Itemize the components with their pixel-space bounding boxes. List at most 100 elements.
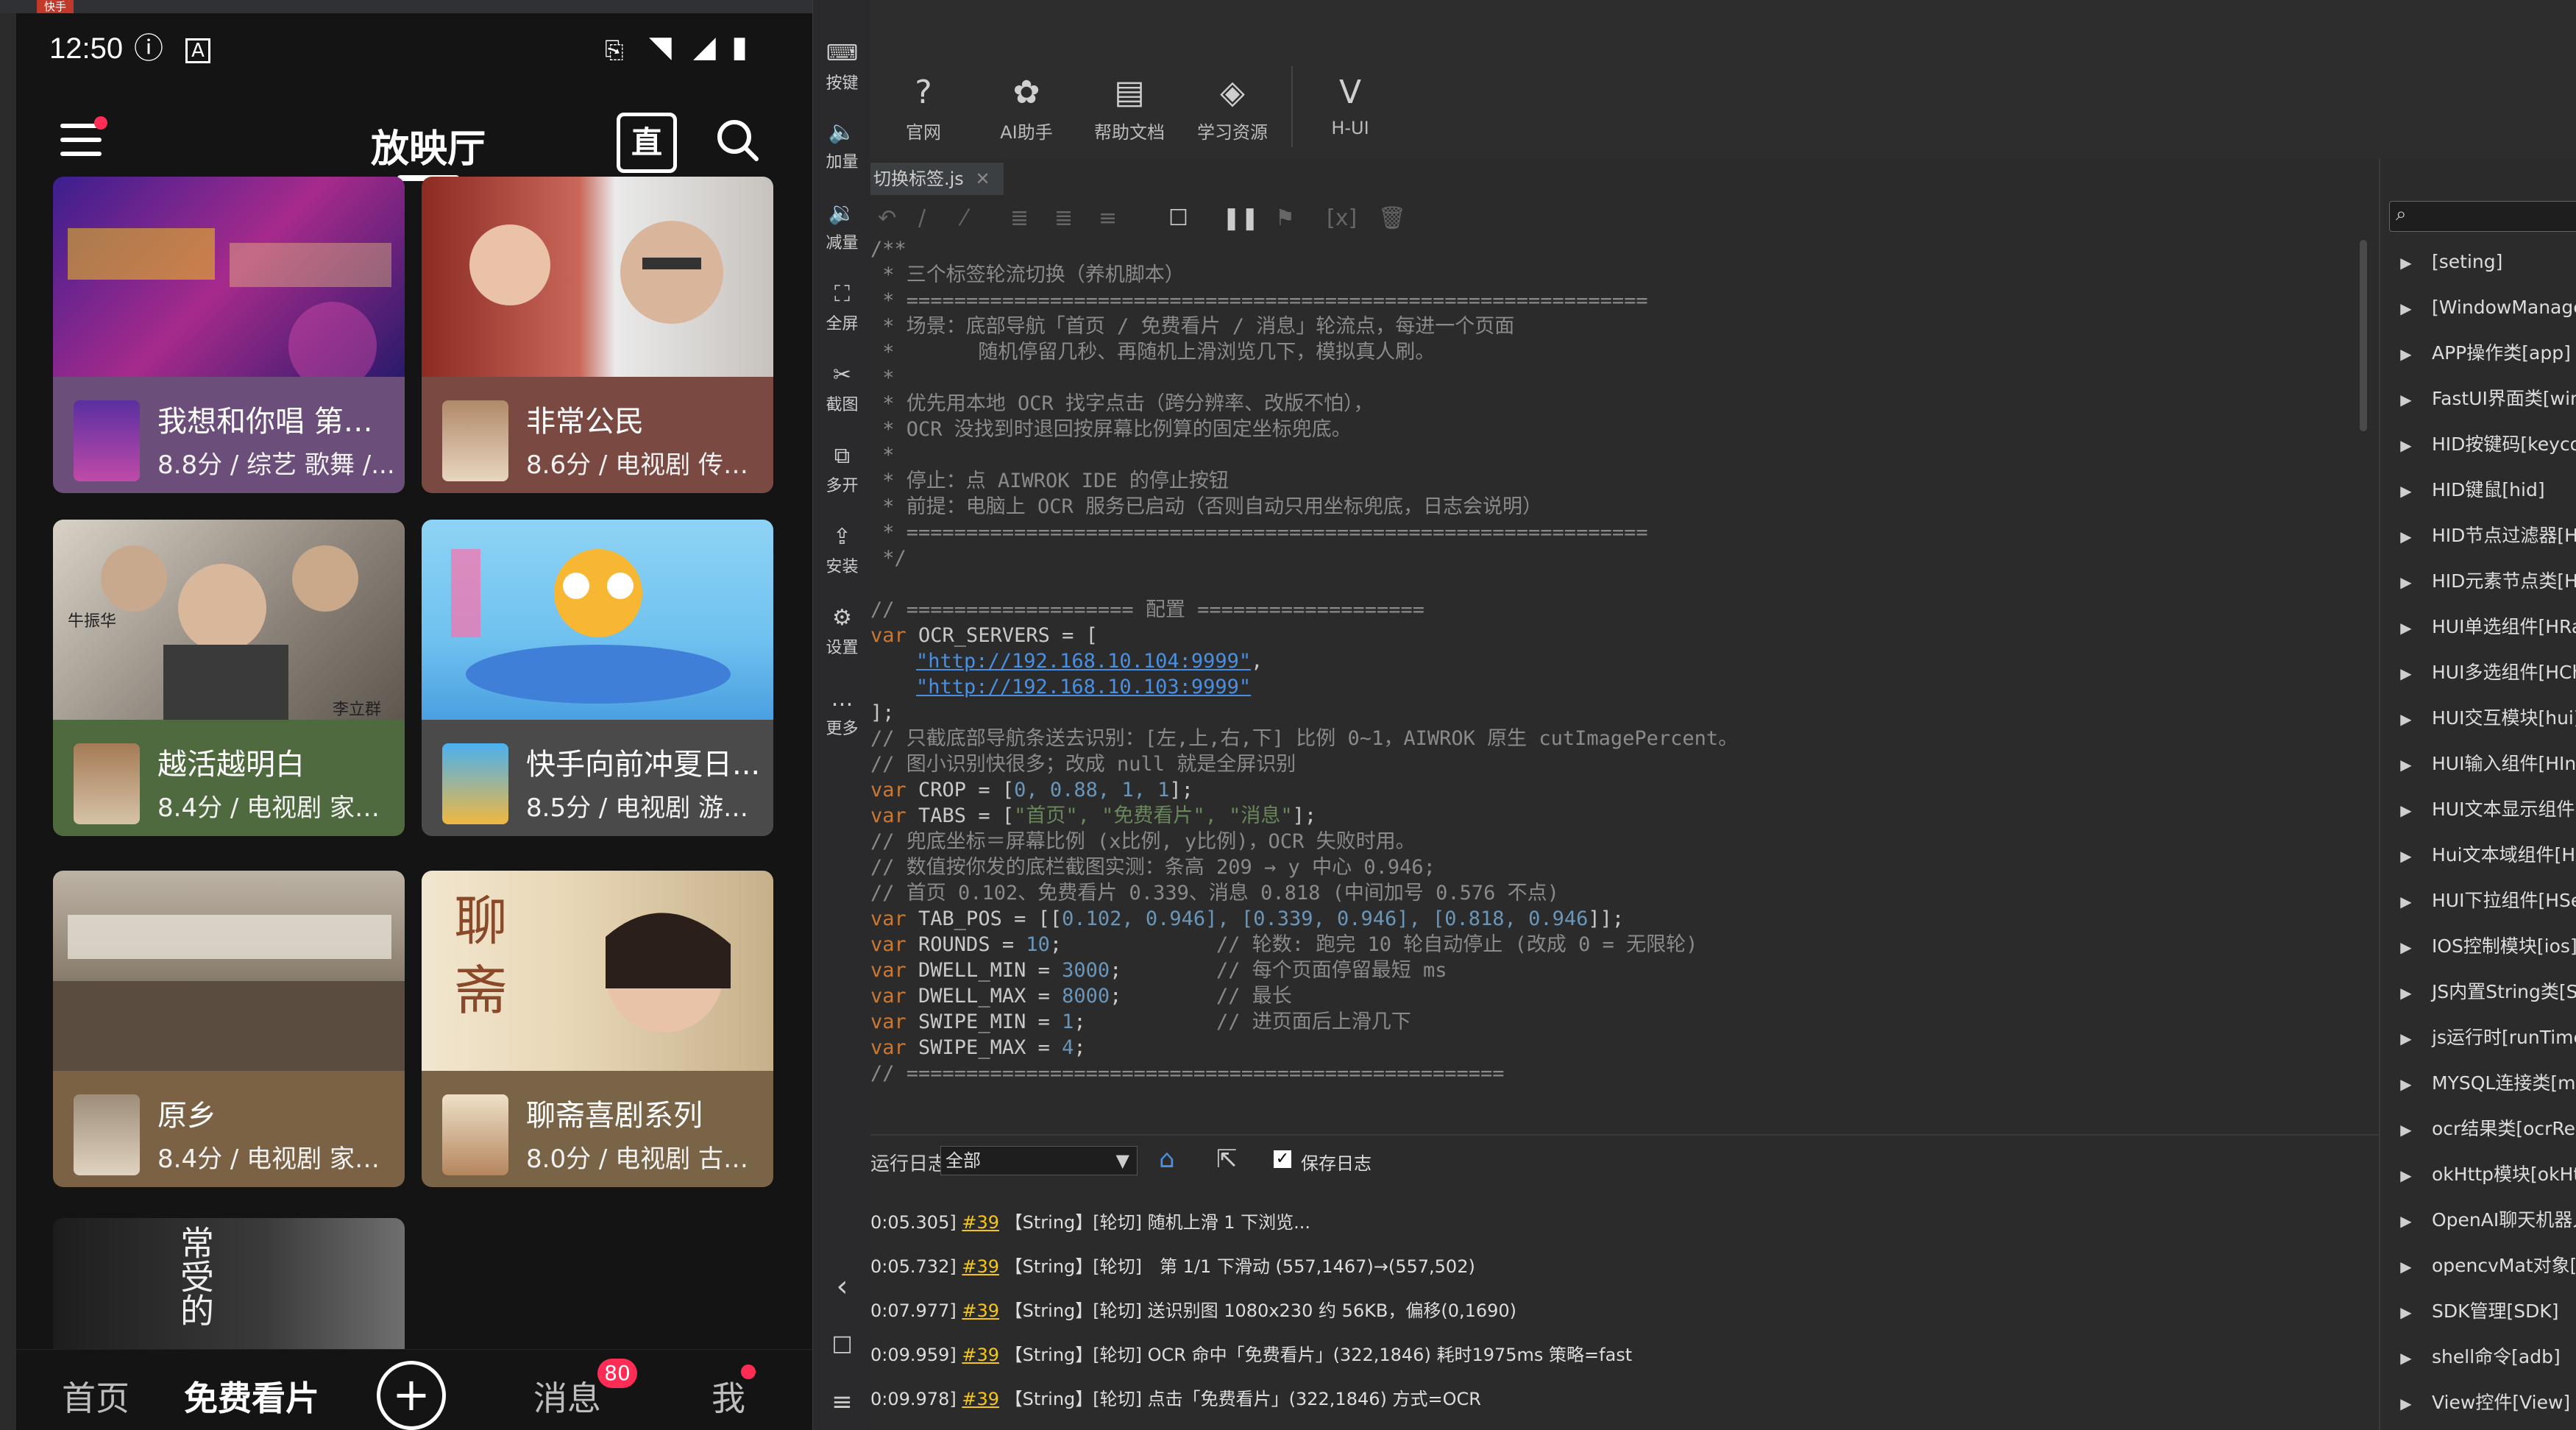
tree-item[interactable]: ▶ HUI输入组件[HIn: [2380, 741, 2576, 787]
tree-item[interactable]: ▶ HUI多选组件[HCh: [2380, 650, 2576, 695]
debug-icon[interactable]: ⚑: [1275, 205, 1295, 231]
log-line-link[interactable]: #39: [962, 1345, 999, 1365]
tree-item[interactable]: ▶ HUI交互模块[hui]: [2380, 695, 2576, 741]
expand-arrow-icon[interactable]: ▶: [2380, 1289, 2432, 1334]
tree-item[interactable]: ▶ HID元素节点类[H: [2380, 559, 2576, 604]
page-title[interactable]: 放映厅: [325, 118, 531, 181]
expand-arrow-icon[interactable]: ▶: [2380, 1244, 2432, 1289]
recents-button[interactable]: ≡: [813, 1387, 871, 1417]
tree-item[interactable]: ▶ OpenAI聊天机器人: [2380, 1197, 2576, 1243]
api-search-input[interactable]: ⌕: [2389, 201, 2576, 232]
expand-arrow-icon[interactable]: ▶: [2380, 1153, 2432, 1197]
live-button[interactable]: 直播: [617, 113, 677, 213]
log-line-link[interactable]: #39: [962, 1389, 999, 1409]
expand-arrow-icon[interactable]: ▶: [2380, 970, 2432, 1015]
expand-arrow-icon[interactable]: ▶: [2380, 787, 2432, 832]
log-line-link[interactable]: #39: [962, 1212, 999, 1233]
website-button[interactable]: ? 官网: [879, 72, 968, 144]
expand-arrow-icon[interactable]: ▶: [2380, 240, 2432, 285]
nav-messages[interactable]: 消息: [533, 1372, 601, 1420]
tree-item[interactable]: ▶ View控件[View]: [2380, 1380, 2576, 1426]
learning-resources-button[interactable]: ◈ 学习资源: [1188, 72, 1277, 144]
tree-item[interactable]: ▶ SDK管理[SDK]: [2380, 1289, 2576, 1334]
export-icon[interactable]: ⇱: [1216, 1144, 1238, 1174]
screenshot-button[interactable]: ✂ 截图: [813, 362, 871, 415]
keys-button[interactable]: ⌨ 按键: [813, 40, 871, 93]
expand-arrow-icon[interactable]: ▶: [2380, 879, 2432, 924]
log-panel[interactable]: 0:05.305] #39 【String】[轮切] 随机上滑 1 下浏览...…: [870, 1186, 2379, 1430]
expand-arrow-icon[interactable]: ▶: [2380, 1198, 2432, 1243]
undo-icon[interactable]: ↶: [878, 205, 896, 231]
help-docs-button[interactable]: ▤ 帮助文档: [1085, 72, 1174, 144]
tree-item[interactable]: ▶ shell命令[adb]: [2380, 1334, 2576, 1380]
tree-item[interactable]: ▶ FastUI界面类[win]: [2380, 376, 2576, 422]
expand-arrow-icon[interactable]: ▶: [2380, 559, 2432, 604]
movie-card[interactable]: 牛振华 李立群 越活越明白 8.4分 / 电视剧 家庭...: [53, 520, 405, 836]
expand-arrow-icon[interactable]: ▶: [2380, 286, 2432, 330]
file-tab[interactable]: 切换标签.js ✕: [870, 163, 1004, 195]
expand-arrow-icon[interactable]: ▶: [2380, 331, 2432, 376]
expand-arrow-icon[interactable]: ▶: [2380, 1335, 2432, 1380]
uncomment-icon[interactable]: ⁄: [962, 205, 966, 231]
expand-arrow-icon[interactable]: ▶: [2380, 377, 2432, 422]
expand-arrow-icon[interactable]: ▶: [2380, 742, 2432, 787]
add-button[interactable]: +: [377, 1361, 446, 1430]
outdent-icon[interactable]: ≣: [1054, 205, 1073, 231]
expand-arrow-icon[interactable]: ▶: [2380, 924, 2432, 969]
movie-card[interactable]: 我想和你唱 第四... 8.8分 / 综艺 歌舞 /...: [53, 177, 405, 493]
volume-up-button[interactable]: 🔈 加量: [813, 119, 871, 172]
search-icon[interactable]: [715, 118, 759, 162]
tree-item[interactable]: ▶ IOS控制模块[ios]: [2380, 924, 2576, 969]
expand-arrow-icon[interactable]: ▶: [2380, 833, 2432, 878]
settings-button[interactable]: ⚙ 设置: [813, 605, 871, 658]
menu-button[interactable]: [60, 116, 107, 157]
nav-home[interactable]: 首页: [62, 1372, 129, 1420]
install-button[interactable]: ⇪ 安装: [813, 524, 871, 577]
fullscreen-button[interactable]: ⛶ 全屏: [813, 281, 871, 334]
tree-item[interactable]: ▶ js运行时[runTime: [2380, 1015, 2576, 1061]
tree-item[interactable]: ▶ JS内置String类[S: [2380, 969, 2576, 1015]
tree-item[interactable]: ▶ [seting]: [2380, 239, 2576, 285]
tree-item[interactable]: ▶ HUI单选组件[HRa: [2380, 604, 2576, 650]
format-icon[interactable]: ≡: [1099, 205, 1117, 231]
log-line-link[interactable]: #39: [962, 1256, 999, 1277]
expand-arrow-icon[interactable]: ▶: [2380, 696, 2432, 741]
movie-card[interactable]: 聊 斋 聊斋喜剧系列 8.0分 / 电视剧 古装...: [422, 871, 773, 1187]
pause-icon[interactable]: ❚❚: [1222, 205, 1259, 231]
nav-free-movies[interactable]: 免费看片: [184, 1372, 319, 1420]
movie-card[interactable]: 非常公民 8.6分 / 电视剧 传记...: [422, 177, 773, 493]
tree-item[interactable]: ▶HID按键码[keycode]: [2380, 422, 2576, 467]
expand-arrow-icon[interactable]: ▶: [2380, 1061, 2432, 1106]
clean-log-icon[interactable]: ⌂: [1159, 1144, 1175, 1174]
comment-icon[interactable]: /: [918, 205, 926, 231]
more-button[interactable]: … 更多: [813, 686, 871, 739]
phone-screen[interactable]: 12:50 ⓘ A ⎘ ◥ ◢ ▮ 放映厅 直播 我想和你唱 第四... 8.8…: [16, 13, 812, 1430]
code-editor[interactable]: /** * 三个标签轮流切换（养机脚本） * =================…: [870, 236, 2379, 1127]
movie-card[interactable]: 快手向前冲夏日... 8.5分 / 电视剧 游戏...: [422, 520, 773, 836]
tree-item[interactable]: ▶ Hui文本域组件[H: [2380, 832, 2576, 878]
home-button[interactable]: □: [813, 1331, 871, 1356]
expand-arrow-icon[interactable]: ▶: [2380, 1107, 2432, 1152]
expand-arrow-icon[interactable]: ▶: [2380, 514, 2432, 559]
tree-item[interactable]: ▶ opencvMat对象[: [2380, 1243, 2576, 1289]
stop-icon[interactable]: ☐: [1168, 205, 1188, 231]
tree-item[interactable]: ▶ HID键鼠[hid]: [2380, 467, 2576, 513]
movie-card[interactable]: 常受的: [53, 1218, 405, 1349]
expand-arrow-icon[interactable]: ▶: [2380, 468, 2432, 513]
clear-icon[interactable]: [x]: [1327, 205, 1357, 231]
save-log-checkbox[interactable]: ✓: [1274, 1150, 1291, 1168]
editor-scrollbar[interactable]: [2357, 236, 2370, 1127]
tree-item[interactable]: ▶ ocr结果类[ocrRes: [2380, 1106, 2576, 1152]
expand-arrow-icon[interactable]: ▶: [2380, 1381, 2432, 1426]
multi-open-button[interactable]: ⧉ 多开: [813, 443, 871, 496]
expand-arrow-icon[interactable]: ▶: [2380, 605, 2432, 650]
log-filter-select[interactable]: 全部 ▼: [940, 1146, 1138, 1175]
movie-card[interactable]: 原乡 8.4分 / 电视剧 家庭...: [53, 871, 405, 1187]
h-ui-button[interactable]: V H-UI: [1306, 72, 1394, 138]
tree-item[interactable]: ▶ HUI文本显示组件: [2380, 787, 2576, 832]
ai-assistant-button[interactable]: ✿ AI助手: [982, 72, 1071, 144]
indent-icon[interactable]: ≣: [1010, 205, 1029, 231]
expand-arrow-icon[interactable]: ▶: [2380, 651, 2432, 695]
back-button[interactable]: ‹: [813, 1270, 871, 1303]
tree-item[interactable]: ▶[WindowManager]: [2380, 285, 2576, 330]
